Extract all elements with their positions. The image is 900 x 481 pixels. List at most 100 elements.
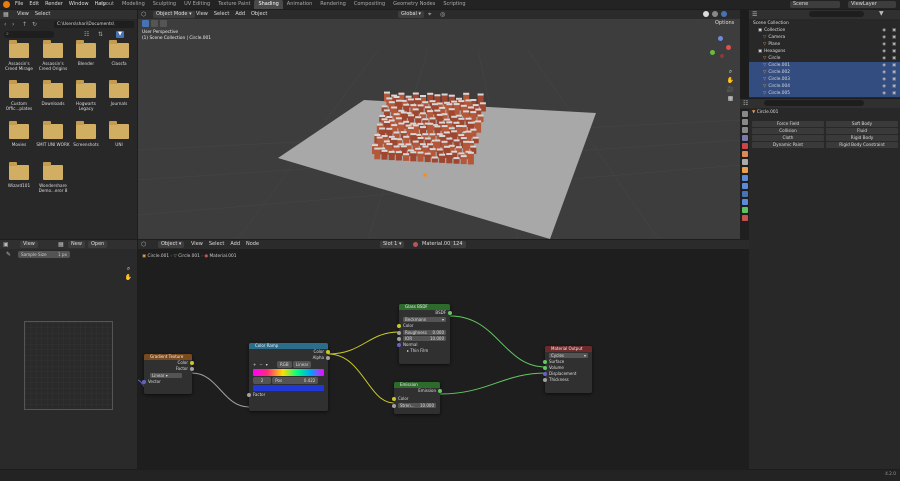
eyedropper-icon[interactable]: ✎ bbox=[6, 251, 11, 258]
strength-field[interactable]: Stren... 10.000 bbox=[392, 403, 436, 408]
physics-button[interactable]: Rigid Body bbox=[826, 135, 898, 141]
outliner-row[interactable]: ▽ Circle ◉ ▣ bbox=[749, 55, 900, 62]
visibility-eye-icon[interactable]: ◉ bbox=[882, 48, 886, 55]
back-icon[interactable]: ‹ bbox=[4, 21, 6, 28]
fb-menu-select[interactable]: Select bbox=[32, 10, 53, 19]
ramp-gradient-bar[interactable] bbox=[253, 369, 324, 376]
socket-vector[interactable] bbox=[142, 380, 146, 384]
folder-item[interactable]: Hogwarts Legacy bbox=[69, 80, 103, 111]
modifier-tab-icon[interactable] bbox=[741, 175, 748, 181]
world-tab-icon[interactable] bbox=[741, 151, 748, 157]
tab-modeling[interactable]: Modeling bbox=[118, 0, 149, 9]
tab-shading[interactable]: Shading bbox=[254, 0, 283, 9]
camera-view-icon[interactable]: 🎥 bbox=[726, 86, 735, 95]
physics-button[interactable]: Fluid bbox=[826, 128, 898, 134]
blender-logo-icon[interactable] bbox=[3, 1, 10, 8]
tab-compositing[interactable]: Compositing bbox=[350, 0, 389, 9]
ramp-menu-icon[interactable]: ▾ bbox=[266, 362, 268, 367]
sample-size-field[interactable]: Sample Size 1 px bbox=[18, 251, 70, 258]
menu-render[interactable]: Render bbox=[42, 0, 66, 9]
socket-color[interactable] bbox=[326, 350, 330, 354]
socket-displacement[interactable] bbox=[543, 372, 547, 376]
pan-hand-icon[interactable]: ✋ bbox=[124, 274, 133, 283]
folder-item[interactable]: Classfa bbox=[102, 40, 136, 66]
folder-item[interactable]: SMIT UNI WORK bbox=[36, 121, 70, 147]
distribution-dropdown[interactable]: Beckmann ▾ bbox=[403, 317, 446, 322]
visibility-eye-icon[interactable]: ◉ bbox=[882, 62, 886, 69]
folder-item[interactable]: UNI bbox=[102, 121, 136, 147]
physics-button[interactable]: Cloth bbox=[752, 135, 824, 141]
node-header[interactable]: Material Output bbox=[545, 346, 592, 352]
scene-selector[interactable]: Scene bbox=[790, 1, 840, 8]
new-image-button[interactable]: New bbox=[68, 241, 85, 248]
image-browse-icon[interactable]: ▦ bbox=[58, 241, 64, 248]
search-input[interactable]: ⌕ bbox=[4, 31, 54, 38]
socket-color[interactable] bbox=[190, 361, 194, 365]
folder-item[interactable]: Custom Offic...plates bbox=[2, 80, 36, 111]
roughness-field[interactable]: Roughness 0.000 bbox=[397, 330, 446, 335]
render-camera-icon[interactable]: ▣ bbox=[892, 83, 896, 90]
tab-layout[interactable]: Layout bbox=[93, 0, 118, 9]
physics-button[interactable]: Rigid Body Constraint bbox=[826, 142, 898, 148]
filter-icon[interactable]: ▼ bbox=[879, 10, 884, 17]
socket-ior[interactable] bbox=[397, 336, 401, 341]
tool-tab-icon[interactable] bbox=[741, 111, 748, 117]
object-tab-icon[interactable] bbox=[741, 167, 748, 173]
display-mode-icon[interactable]: ☷ bbox=[84, 31, 89, 38]
physics-button[interactable]: Dynamic Paint bbox=[752, 142, 824, 148]
folder-item[interactable]: Wondershare Demo...eror 8 bbox=[36, 162, 70, 193]
view-layer-tab-icon[interactable] bbox=[741, 135, 748, 141]
render-camera-icon[interactable]: ▣ bbox=[892, 48, 896, 55]
refresh-icon[interactable]: ↻ bbox=[32, 21, 37, 28]
editor-type-icon[interactable]: ▣ bbox=[3, 241, 9, 248]
render-camera-icon[interactable]: ▣ bbox=[892, 62, 896, 69]
scene-tab-icon[interactable] bbox=[741, 143, 748, 149]
editor-type-icon[interactable]: ☷ bbox=[743, 100, 748, 107]
visibility-eye-icon[interactable]: ◉ bbox=[882, 83, 886, 90]
folder-item[interactable]: Downloads bbox=[36, 80, 70, 106]
visibility-eye-icon[interactable]: ◉ bbox=[882, 41, 886, 48]
physics-button[interactable]: Soft Body bbox=[826, 121, 898, 127]
viewport-3d[interactable]: ⬡ Object Mode ▾ View Select Add Object Glob… bbox=[138, 10, 740, 239]
gradient-texture-node[interactable]: Gradient Texture Color Factor Linear ▾ V… bbox=[142, 354, 194, 394]
navigation-gizmo[interactable] bbox=[708, 36, 732, 60]
physics-button[interactable]: Force Field bbox=[752, 121, 824, 127]
outliner-row[interactable]: ▽ Circle.005 ◉ ▣ bbox=[749, 90, 900, 97]
socket-bsdf[interactable] bbox=[448, 311, 452, 315]
render-tab-icon[interactable] bbox=[741, 119, 748, 125]
material-tab-icon[interactable] bbox=[741, 215, 748, 221]
folder-item[interactable]: Assassin's Creed Origins bbox=[36, 40, 70, 71]
socket-thickness[interactable] bbox=[543, 378, 547, 382]
socket-color[interactable] bbox=[392, 397, 396, 401]
render-camera-icon[interactable]: ▣ bbox=[892, 55, 896, 62]
filter-icon[interactable]: ▼ bbox=[116, 31, 124, 38]
visibility-eye-icon[interactable]: ◉ bbox=[882, 76, 886, 83]
data-tab-icon[interactable] bbox=[741, 207, 748, 213]
folder-item[interactable]: Wizard101 bbox=[2, 162, 36, 188]
scene-collection-row[interactable]: Scene Collection bbox=[749, 20, 900, 27]
outliner-row[interactable]: ▣ Hexagons ◉ ▣ bbox=[749, 48, 900, 55]
color-ramp-node[interactable]: Color Ramp Color Alpha + − ▾ RGB Linear 2 … bbox=[247, 343, 330, 411]
properties-search[interactable] bbox=[764, 100, 864, 106]
tab-geometry-nodes[interactable]: Geometry Nodes bbox=[389, 0, 439, 9]
socket-surface[interactable] bbox=[543, 360, 547, 364]
render-target-dropdown[interactable]: Cycles ▾ bbox=[549, 353, 588, 358]
zoom-icon[interactable]: ⌕ bbox=[726, 68, 735, 77]
render-camera-icon[interactable]: ▣ bbox=[892, 27, 896, 34]
menu-window[interactable]: Window bbox=[66, 0, 92, 9]
render-camera-icon[interactable]: ▣ bbox=[892, 90, 896, 97]
visibility-eye-icon[interactable]: ◉ bbox=[882, 27, 886, 34]
add-stop-icon[interactable]: + bbox=[253, 362, 256, 367]
render-camera-icon[interactable]: ▣ bbox=[892, 76, 896, 83]
outliner-search[interactable] bbox=[809, 11, 864, 17]
physics-tab-icon[interactable] bbox=[741, 191, 748, 197]
folder-item[interactable]: Screenshots bbox=[69, 121, 103, 147]
outliner-row[interactable]: ▽ Circle.001 ◉ ▣ bbox=[749, 62, 900, 69]
fb-menu-view[interactable]: View bbox=[14, 10, 32, 19]
tab-animation[interactable]: Animation bbox=[283, 0, 317, 9]
tab-texture-paint[interactable]: Texture Paint bbox=[214, 0, 254, 9]
collection-tab-icon[interactable] bbox=[741, 159, 748, 165]
visibility-eye-icon[interactable]: ◉ bbox=[882, 69, 886, 76]
shader-node-editor[interactable]: ⬡ Object ▾ View Select Add Node Slot 1 ▾ Ma… bbox=[138, 240, 749, 469]
stop-index-field[interactable]: 2 bbox=[253, 377, 271, 384]
